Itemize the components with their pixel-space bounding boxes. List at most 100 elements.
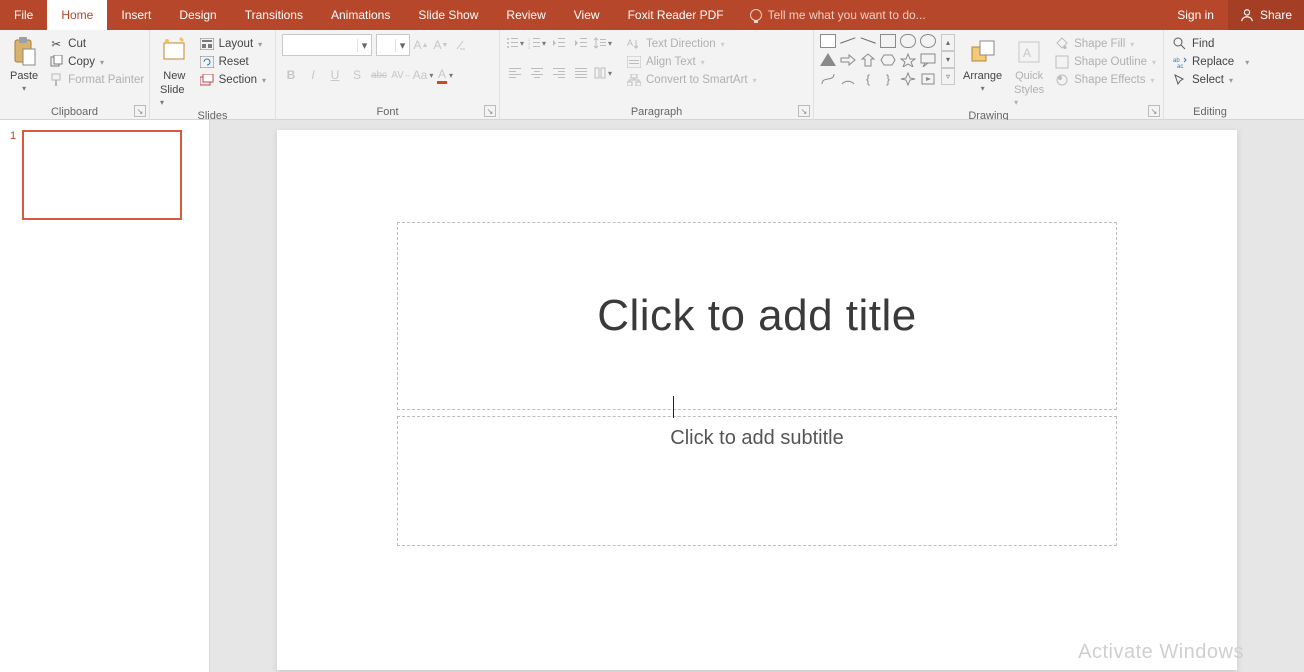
- columns-button[interactable]: [594, 64, 612, 82]
- drawing-dialog-launcher[interactable]: ↘: [1148, 105, 1160, 117]
- shape-fill-button[interactable]: Shape Fill▾: [1052, 36, 1159, 52]
- shape-oval-icon[interactable]: [920, 34, 936, 48]
- replace-label: Replace: [1192, 56, 1234, 68]
- shape-arc-icon[interactable]: [840, 72, 856, 86]
- reset-label: Reset: [219, 56, 249, 68]
- numbering-button[interactable]: 123: [528, 34, 546, 52]
- share-button[interactable]: Share: [1228, 0, 1304, 30]
- title-placeholder[interactable]: Click to add title: [397, 222, 1117, 410]
- increase-indent-button[interactable]: [572, 34, 590, 52]
- align-center-button[interactable]: [528, 64, 546, 82]
- tell-me-search[interactable]: Tell me what you want to do...: [738, 0, 938, 30]
- shape-star4-icon[interactable]: [900, 72, 916, 86]
- replace-icon: abac: [1173, 55, 1187, 69]
- shape-textbox-icon[interactable]: [820, 34, 836, 48]
- font-dialog-launcher[interactable]: ↘: [484, 105, 496, 117]
- tab-home[interactable]: Home: [47, 0, 107, 30]
- shape-callout-icon[interactable]: [920, 53, 936, 67]
- paragraph-dialog-launcher[interactable]: ↘: [798, 105, 810, 117]
- bullets-button[interactable]: [506, 34, 524, 52]
- font-size-combo[interactable]: ▾: [376, 34, 410, 56]
- character-spacing-button[interactable]: AV↔: [392, 66, 410, 84]
- svg-text:A: A: [627, 38, 633, 48]
- align-text-button[interactable]: Align Text▾: [624, 54, 760, 70]
- shape-arrow-right-icon[interactable]: [840, 53, 856, 67]
- text-direction-button[interactable]: A Text Direction▾: [624, 36, 760, 52]
- section-button[interactable]: Section▾: [197, 72, 269, 88]
- slide[interactable]: Click to add title Click to add subtitle: [277, 130, 1237, 670]
- underline-button[interactable]: U: [326, 66, 344, 84]
- smartart-icon: [627, 73, 641, 87]
- slide-thumbnail-1[interactable]: [22, 130, 182, 220]
- cut-button[interactable]: ✂ Cut: [46, 36, 147, 52]
- workspace: 1 Click to add title Click to add subtit…: [0, 120, 1304, 672]
- tab-animations[interactable]: Animations: [317, 0, 404, 30]
- font-color-button[interactable]: A: [436, 66, 454, 84]
- tab-design[interactable]: Design: [165, 0, 230, 30]
- reset-button[interactable]: Reset: [197, 54, 269, 70]
- format-painter-icon: [49, 73, 63, 87]
- shape-rectangle-icon[interactable]: [880, 34, 896, 48]
- share-label: Share: [1260, 8, 1292, 22]
- tab-foxit[interactable]: Foxit Reader PDF: [614, 0, 738, 30]
- layout-button[interactable]: Layout▾: [197, 36, 269, 52]
- subtitle-placeholder-text: Click to add subtitle: [670, 427, 843, 450]
- tab-review[interactable]: Review: [492, 0, 559, 30]
- tab-transitions[interactable]: Transitions: [231, 0, 317, 30]
- italic-button[interactable]: I: [304, 66, 322, 84]
- quick-styles-label2: Styles: [1014, 84, 1044, 96]
- tab-file[interactable]: File: [0, 0, 47, 30]
- shapes-gallery[interactable]: { }: [820, 34, 938, 89]
- shape-triangle-icon[interactable]: [820, 53, 836, 66]
- slide-canvas-area[interactable]: Click to add title Click to add subtitle…: [210, 120, 1304, 672]
- new-slide-button[interactable]: New Slide ▾: [156, 34, 193, 110]
- find-icon: [1173, 37, 1187, 51]
- shape-star-icon[interactable]: [900, 53, 916, 67]
- shape-brace-left-icon[interactable]: {: [860, 72, 876, 86]
- align-left-button[interactable]: [506, 64, 524, 82]
- group-editing: Find abac Replace ▾ Select▾ Editing: [1164, 30, 1256, 120]
- replace-button[interactable]: abac Replace ▾: [1170, 54, 1252, 70]
- bold-button[interactable]: B: [282, 66, 300, 84]
- line-spacing-button[interactable]: [594, 34, 612, 52]
- font-name-combo[interactable]: ▾: [282, 34, 372, 56]
- increase-font-icon[interactable]: A▲: [412, 36, 430, 54]
- shape-rounded-rect-icon[interactable]: [900, 34, 916, 48]
- tab-insert[interactable]: Insert: [107, 0, 165, 30]
- clear-formatting-icon[interactable]: [452, 36, 470, 54]
- find-button[interactable]: Find: [1170, 36, 1252, 52]
- gallery-up-button[interactable]: ▴: [941, 34, 955, 51]
- paste-button[interactable]: Paste ▾: [6, 34, 42, 95]
- shape-hexagon-icon[interactable]: [880, 53, 896, 67]
- convert-smartart-button[interactable]: Convert to SmartArt▾: [624, 72, 760, 88]
- arrange-icon: [970, 39, 996, 65]
- shadow-button[interactable]: S: [348, 66, 366, 84]
- layout-label: Layout: [219, 38, 254, 50]
- copy-button[interactable]: Copy ▾: [46, 54, 147, 70]
- decrease-font-icon[interactable]: A▼: [432, 36, 450, 54]
- copy-label: Copy: [68, 56, 95, 68]
- shape-effects-button[interactable]: Shape Effects▾: [1052, 72, 1159, 88]
- strikethrough-button[interactable]: abc: [370, 66, 388, 84]
- align-right-button[interactable]: [550, 64, 568, 82]
- quick-styles-button[interactable]: A Quick Styles ▾: [1010, 34, 1048, 110]
- tab-view[interactable]: View: [560, 0, 614, 30]
- shape-outline-button[interactable]: Shape Outline▾: [1052, 54, 1159, 70]
- format-painter-button[interactable]: Format Painter: [46, 72, 147, 88]
- decrease-indent-button[interactable]: [550, 34, 568, 52]
- change-case-button[interactable]: Aa: [414, 66, 432, 84]
- justify-button[interactable]: [572, 64, 590, 82]
- gallery-more-button[interactable]: ▿: [941, 68, 955, 85]
- shape-connector-icon[interactable]: [820, 72, 836, 86]
- text-direction-label: Text Direction: [646, 38, 716, 50]
- arrange-button[interactable]: Arrange ▾: [959, 34, 1006, 95]
- tab-slideshow[interactable]: Slide Show: [404, 0, 492, 30]
- select-button[interactable]: Select▾: [1170, 72, 1252, 88]
- sign-in-button[interactable]: Sign in: [1163, 0, 1228, 30]
- group-clipboard: Paste ▾ ✂ Cut Copy ▾ Format Painter: [0, 30, 150, 120]
- shape-brace-right-icon[interactable]: }: [880, 72, 896, 86]
- subtitle-placeholder[interactable]: Click to add subtitle: [397, 416, 1117, 546]
- gallery-down-button[interactable]: ▾: [941, 51, 955, 68]
- shape-action-icon[interactable]: [920, 72, 936, 86]
- clipboard-dialog-launcher[interactable]: ↘: [134, 105, 146, 117]
